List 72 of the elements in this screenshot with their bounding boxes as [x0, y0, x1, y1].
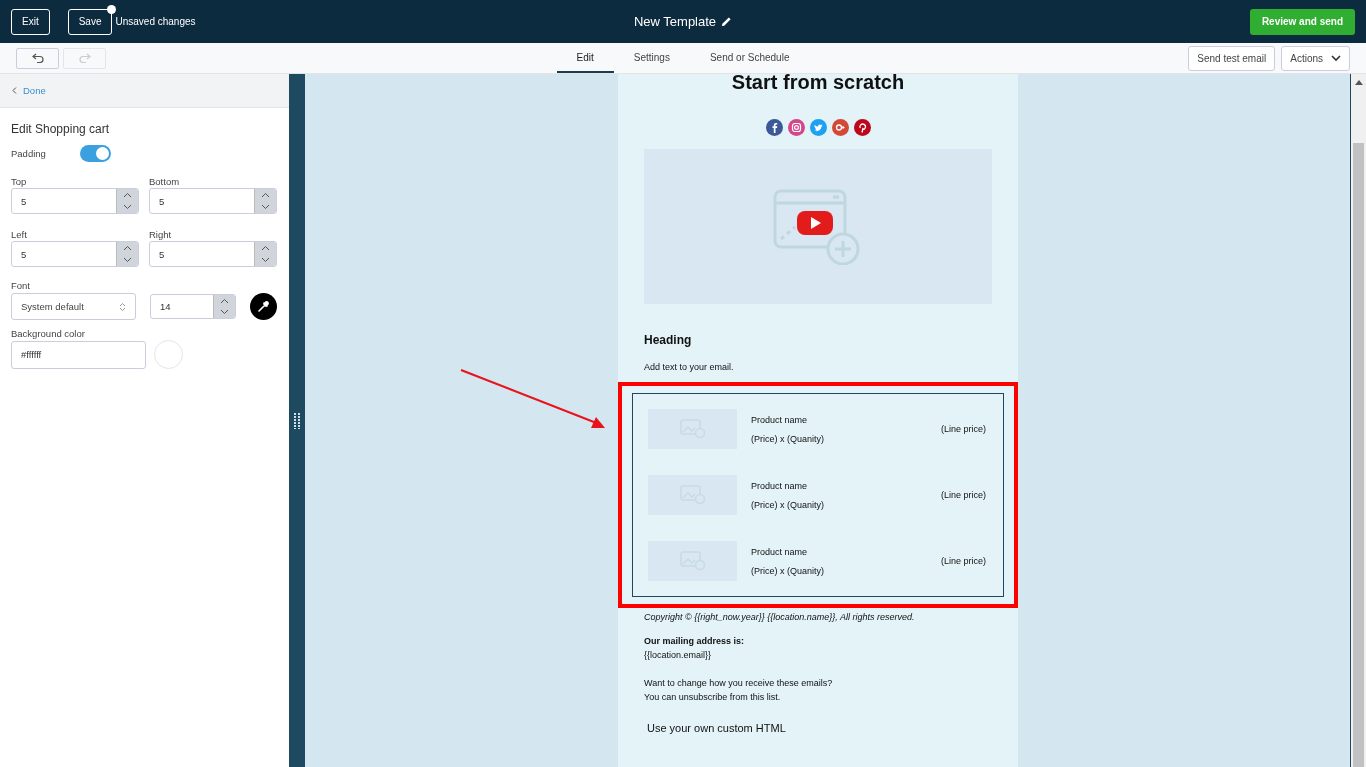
- price-quantity: (Price) x (Quanity): [751, 499, 825, 510]
- unsaved-dot: [107, 4, 117, 14]
- field-label: Font: [11, 280, 31, 291]
- shopping-cart-block[interactable]: Product name (Price) x (Quanity) (Line price) Product name (Price) x (Quanity) (Line price) Product name (Price) x (Quanity) (Line price): [632, 393, 1004, 597]
- chevron-left-icon: [12, 87, 17, 94]
- pencil-icon[interactable]: [721, 16, 733, 27]
- topbar-button[interactable]: Save: [67, 8, 113, 35]
- field-label: Top: [11, 176, 28, 187]
- chevron-down-icon[interactable]: [261, 257, 270, 263]
- scrollbar[interactable]: [1350, 74, 1366, 767]
- actions-dropdown[interactable]: Actions: [1281, 45, 1350, 71]
- chevron-down-icon[interactable]: [220, 309, 229, 316]
- line-price: (Line price): [940, 490, 986, 500]
- tab[interactable]: Send or Schedule: [689, 43, 810, 73]
- grip-icon: [294, 412, 300, 429]
- field-label: Right: [149, 229, 173, 240]
- unsubscribe-text: You can unsubscribe from this list.: [644, 691, 782, 704]
- facebook-icon[interactable]: [765, 119, 783, 136]
- number-field[interactable]: 5: [11, 188, 139, 214]
- field-label: Left: [11, 229, 28, 240]
- twitter-icon[interactable]: [809, 119, 827, 136]
- custom-html-text: Use your own custom HTML: [647, 722, 787, 734]
- unsubscribe-text: Want to change how you receive these emails?: [644, 677, 834, 690]
- mailing-label: Our mailing address is:: [644, 635, 746, 648]
- number-field[interactable]: 5: [149, 241, 277, 267]
- price-quantity: (Price) x (Quanity): [751, 433, 825, 444]
- google-plus-icon[interactable]: [831, 119, 849, 136]
- font-size-field[interactable]: 14: [150, 294, 236, 319]
- color-swatch[interactable]: [154, 340, 183, 369]
- eyedropper-icon[interactable]: [250, 293, 277, 320]
- tab[interactable]: Settings: [613, 43, 690, 73]
- product-name: Product name: [751, 546, 809, 557]
- line-price: (Line price): [940, 556, 986, 566]
- number-field[interactable]: 5: [149, 188, 277, 214]
- resize-handle[interactable]: [289, 74, 305, 767]
- instagram-icon[interactable]: [787, 119, 805, 136]
- price-quantity: (Price) x (Quanity): [751, 565, 825, 576]
- undo-button[interactable]: [16, 47, 59, 69]
- template-title: New Template: [633, 14, 717, 29]
- field-label: Bottom: [149, 176, 181, 187]
- undo-icon: [31, 53, 44, 63]
- topbar-button[interactable]: Exit: [11, 8, 50, 35]
- number-field[interactable]: 5: [11, 241, 139, 267]
- email-title: Start from scratch: [730, 74, 906, 94]
- email-heading: Heading: [644, 333, 693, 347]
- redo-icon: [78, 53, 91, 63]
- chevron-down-icon[interactable]: [123, 257, 132, 263]
- send-test-button[interactable]: Send test email: [1188, 45, 1276, 71]
- chevron-up-icon[interactable]: [123, 192, 132, 198]
- font-select[interactable]: System default: [11, 293, 136, 320]
- chevron-up-icon[interactable]: [123, 245, 132, 251]
- panel-title: Edit Shopping cart: [11, 122, 111, 136]
- product-name: Product name: [751, 480, 809, 491]
- field-label: Background color: [11, 328, 86, 339]
- chevron-down-icon[interactable]: [261, 204, 270, 210]
- email-text: Add text to your email.: [644, 361, 735, 374]
- chevron-down-icon: [1331, 54, 1341, 62]
- field-label: Padding: [11, 148, 46, 159]
- chevron-down-icon[interactable]: [123, 204, 132, 210]
- padding-toggle[interactable]: [79, 145, 111, 162]
- mailing-value: {{location.email}}: [644, 649, 713, 662]
- color-field[interactable]: #ffffff: [11, 340, 146, 369]
- up-down-chevron-icon: [119, 301, 126, 312]
- chevron-up-icon[interactable]: [220, 297, 229, 304]
- chevron-up-icon[interactable]: [261, 192, 270, 198]
- product-name: Product name: [751, 414, 809, 425]
- save-status: Unsaved changes: [115, 16, 196, 27]
- scroll-up-arrow-icon[interactable]: [1354, 80, 1363, 85]
- chevron-up-icon[interactable]: [261, 245, 270, 251]
- pinterest-icon[interactable]: [853, 119, 871, 136]
- line-price: (Line price): [940, 424, 986, 434]
- copyright-text: Copyright © {{right_now.year}} {{location.name}}, All rights reserved.: [644, 611, 916, 624]
